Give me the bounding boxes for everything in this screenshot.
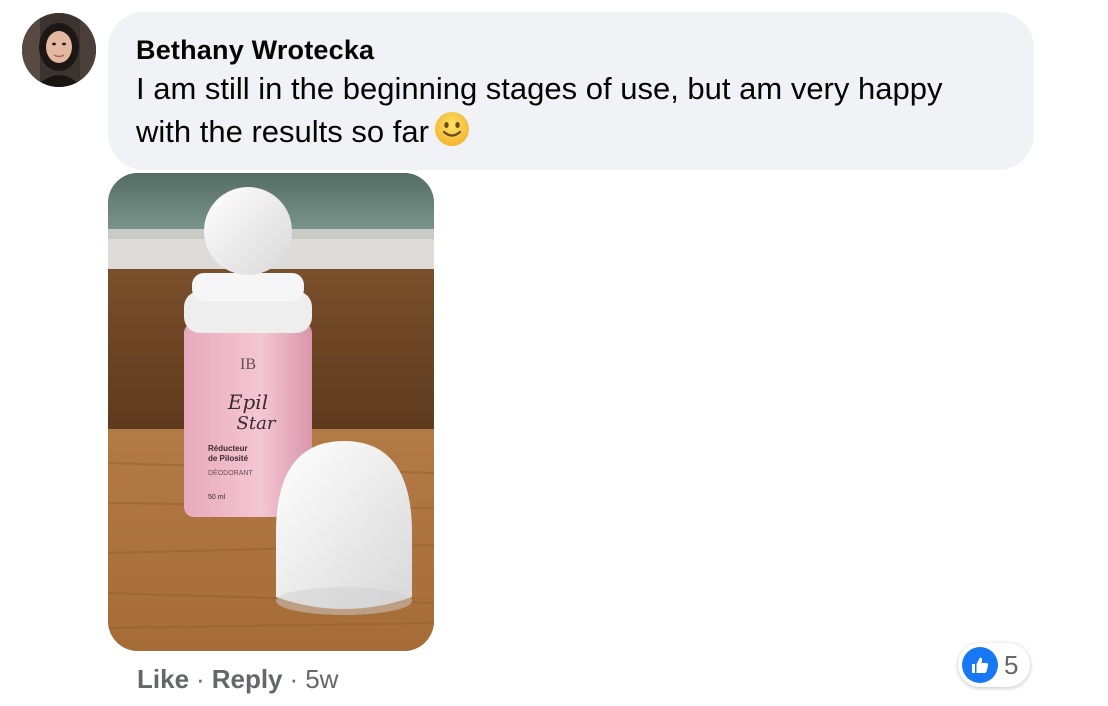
- reply-link[interactable]: Reply: [212, 664, 283, 694]
- comment-author[interactable]: Bethany Wrotecka: [136, 32, 1006, 68]
- slightly-smiling-face-icon: [433, 110, 471, 148]
- label-line-4: 50 ml: [208, 494, 226, 501]
- label-line-3: DÉODORANT: [208, 468, 253, 477]
- label-brand: Epil: [227, 390, 268, 414]
- like-link[interactable]: Like: [137, 664, 189, 694]
- comment-text: I am still in the beginning stages of us…: [136, 68, 1006, 153]
- separator: ·: [196, 664, 205, 694]
- reactions-pill[interactable]: 5: [958, 643, 1030, 687]
- reaction-count: 5: [1004, 650, 1019, 680]
- attached-photo[interactable]: IB Epil Star Réducteur de Pilosité DÉODO…: [108, 173, 434, 651]
- avatar[interactable]: [22, 13, 96, 87]
- comment-actions: Like · Reply · 5w: [137, 661, 338, 697]
- label-line-2: de Pilosité: [208, 454, 249, 463]
- label-brand-2: Star: [237, 413, 277, 434]
- svg-text:IB: IB: [240, 356, 256, 373]
- comment-body: I am still in the beginning stages of us…: [136, 71, 943, 149]
- label-line-1: Réducteur: [208, 444, 248, 453]
- comment-timestamp[interactable]: 5w: [305, 664, 338, 694]
- separator: ·: [289, 664, 299, 694]
- comment: Bethany Wrotecka I am still in the begin…: [0, 0, 1108, 706]
- thumbs-up-icon: [962, 647, 998, 683]
- comment-bubble: Bethany Wrotecka I am still in the begin…: [108, 12, 1034, 170]
